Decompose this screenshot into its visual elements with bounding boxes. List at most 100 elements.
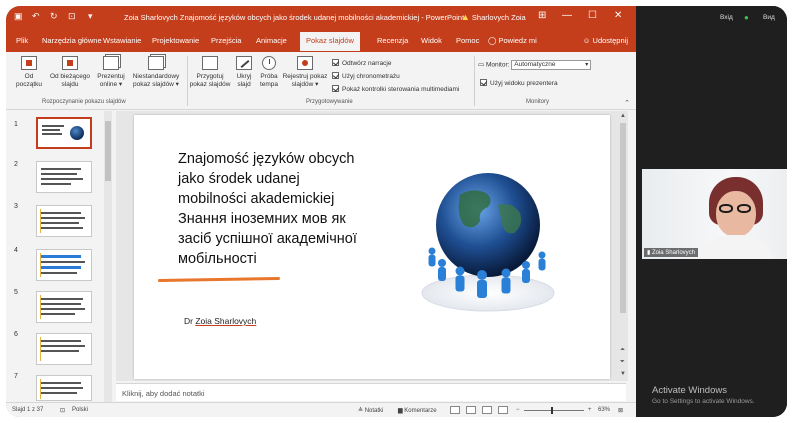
- fit-slide-icon[interactable]: ⊠: [618, 407, 623, 414]
- thumbnail-number: 3: [14, 203, 18, 210]
- save-icon[interactable]: ▣: [14, 11, 23, 22]
- tab-design[interactable]: Projektowanie: [152, 36, 199, 45]
- slide-thumbnails-pane: 1 2 3 4 5 6 7: [6, 111, 114, 402]
- present-online-icon: [103, 56, 119, 70]
- tab-transitions[interactable]: Przejścia: [211, 36, 241, 45]
- group-divider: [474, 56, 475, 106]
- record-icon: [297, 56, 313, 70]
- tab-help[interactable]: Pomoc: [456, 36, 479, 45]
- rehearse-timings-button[interactable]: Próba tempa: [256, 56, 282, 88]
- zoom-out-icon[interactable]: −: [516, 407, 520, 413]
- thumbnail-number: 2: [14, 161, 18, 168]
- slide-author[interactable]: Dr Zoia Sharlovych: [184, 316, 256, 326]
- zoom-in-icon[interactable]: +: [588, 407, 592, 413]
- ribbon-display-icon[interactable]: ⊞: [538, 10, 546, 21]
- video-top-bar: Вхід ● Вид: [636, 6, 787, 28]
- slide-title[interactable]: Znajomość języków obcych jako środek uda…: [178, 149, 428, 269]
- checkbox-icon: [332, 59, 339, 66]
- slide-thumbnail-3[interactable]: [36, 205, 92, 237]
- notes-pane[interactable]: Kliknij, aby dodać notatki: [116, 383, 626, 401]
- spellcheck-icon[interactable]: ⊡: [60, 407, 65, 414]
- collapse-ribbon-icon[interactable]: ⌃: [624, 99, 630, 107]
- notes-toggle[interactable]: ≜ Notatki: [358, 407, 383, 414]
- warning-icon: ▲: [461, 12, 470, 22]
- login-label[interactable]: Вхід: [720, 14, 733, 21]
- start-presentation-icon[interactable]: ⊡: [68, 11, 76, 22]
- current-slide[interactable]: Znajomość języków obcych jako środek uda…: [134, 115, 610, 379]
- slide-thumbnail-4[interactable]: [36, 249, 92, 281]
- from-current-slide-button[interactable]: Od bieżącego slajdu: [46, 56, 94, 88]
- monitor-icon: ▭: [478, 61, 486, 69]
- language-indicator[interactable]: Polski: [72, 407, 88, 413]
- slide-sorter-icon[interactable]: [466, 406, 476, 414]
- show-media-controls-checkbox[interactable]: Pokaż kontrolki sterowania multimediami: [332, 85, 459, 93]
- account-warning[interactable]: ▲ Sharlovych Zoia: [461, 12, 526, 22]
- thumbnail-number: 4: [14, 247, 18, 254]
- powerpoint-window: ▣ ↶ ↻ ⊡ ▾ Zoia Sharlovych Znajomość języ…: [6, 6, 636, 417]
- hide-slide-icon: [236, 56, 252, 70]
- slide-thumbnail-2[interactable]: [36, 161, 92, 193]
- participant-name: ▮ Zoia Sharlovych: [644, 248, 698, 257]
- tab-animations[interactable]: Animacje: [256, 36, 287, 45]
- zoom-slider[interactable]: [524, 410, 584, 411]
- from-beginning-button[interactable]: Od początku: [12, 56, 46, 88]
- scrollbar-thumb[interactable]: [105, 121, 111, 181]
- zoom-slider-handle[interactable]: [551, 407, 553, 414]
- view-label[interactable]: Вид: [763, 14, 775, 21]
- zoom-level[interactable]: 63%: [598, 407, 610, 413]
- slide-thumbnail-5[interactable]: [36, 291, 92, 323]
- group-label-setup: Przygotowywanie: [306, 99, 353, 105]
- share-button[interactable]: ☺ Udostępnij: [583, 36, 628, 45]
- thumbnail-number: 7: [14, 373, 18, 380]
- tab-tell-me[interactable]: ◯ Powiedz mi: [488, 36, 537, 45]
- tab-slideshow[interactable]: Pokaz slajdów: [300, 32, 360, 51]
- thumbnail-number: 6: [14, 331, 18, 338]
- group-label-monitors: Monitory: [526, 99, 550, 105]
- normal-view-icon[interactable]: [450, 406, 460, 414]
- checkbox-icon: [332, 72, 339, 79]
- thumbnail-scrollbar[interactable]: [104, 111, 112, 402]
- checkbox-icon: [480, 79, 487, 86]
- reading-view-icon[interactable]: [482, 406, 492, 414]
- tab-view[interactable]: Widok: [421, 36, 442, 45]
- scrollbar-thumb[interactable]: [620, 123, 626, 313]
- undo-icon[interactable]: ↶: [32, 11, 40, 22]
- minimize-icon[interactable]: —: [562, 10, 572, 21]
- record-slideshow-button[interactable]: Rejestruj pokaz slajdów ▾: [282, 56, 328, 88]
- tab-home[interactable]: Narzędzia główne: [42, 36, 102, 45]
- slide-thumbnail-6[interactable]: [36, 333, 92, 365]
- monitor-selector[interactable]: ▭ Monitor: Automatyczne: [478, 60, 592, 70]
- slide-thumbnail-7[interactable]: [36, 375, 92, 401]
- comments-toggle[interactable]: ▆ Komentarze: [398, 407, 437, 414]
- tab-file[interactable]: Plik: [16, 36, 28, 45]
- setup-slideshow-button[interactable]: Przygotuj pokaz slajdów: [188, 56, 232, 88]
- presenter-view-checkbox[interactable]: Użyj widoku prezentera: [480, 79, 558, 87]
- slide-editing-area: Znajomość języków obcych jako środek uda…: [116, 111, 626, 381]
- ribbon: Od początku Od bieżącego slajdu Prezentu…: [6, 52, 636, 110]
- title-bar: ▣ ↶ ↻ ⊡ ▾ Zoia Sharlovych Znajomość języ…: [6, 6, 636, 28]
- slide-scrollbar[interactable]: ▲ ⏶ ⏷ ▼: [618, 111, 628, 381]
- tab-review[interactable]: Recenzja: [377, 36, 408, 45]
- monitor-dropdown[interactable]: Automatyczne: [511, 60, 592, 70]
- redo-icon[interactable]: ↻: [50, 11, 58, 22]
- slide-thumbnail-1[interactable]: [36, 117, 92, 149]
- tab-insert[interactable]: Wstawianie: [103, 36, 141, 45]
- customize-toolbar-icon[interactable]: ▾: [88, 11, 93, 22]
- previous-slide-icon[interactable]: ⏶: [620, 347, 625, 354]
- slideshow-view-icon[interactable]: [498, 406, 508, 414]
- next-slide-icon[interactable]: ⏷: [620, 359, 625, 366]
- scroll-down-icon[interactable]: ▼: [620, 371, 626, 377]
- maximize-icon[interactable]: ☐: [588, 10, 597, 21]
- close-icon[interactable]: ✕: [614, 10, 622, 21]
- slide-counter: Slajd 1 z 37: [12, 407, 44, 413]
- notes-icon: ≜: [358, 408, 365, 414]
- hide-slide-button[interactable]: Ukryj slajd: [232, 56, 256, 88]
- use-timings-checkbox[interactable]: Użyj chronometrażu: [332, 72, 400, 80]
- custom-slideshow-button[interactable]: Niestandardowy pokaz slajdów ▾: [128, 56, 184, 88]
- play-narrations-checkbox[interactable]: Odtwórz narracje: [332, 59, 392, 67]
- thumbnail-number: 1: [14, 121, 18, 128]
- present-online-button[interactable]: Prezentuj online ▾: [94, 56, 128, 88]
- shield-check-icon: ●: [744, 13, 749, 22]
- scroll-up-icon[interactable]: ▲: [620, 113, 626, 119]
- participant-video-tile[interactable]: ▮ Zoia Sharlovych: [642, 169, 787, 259]
